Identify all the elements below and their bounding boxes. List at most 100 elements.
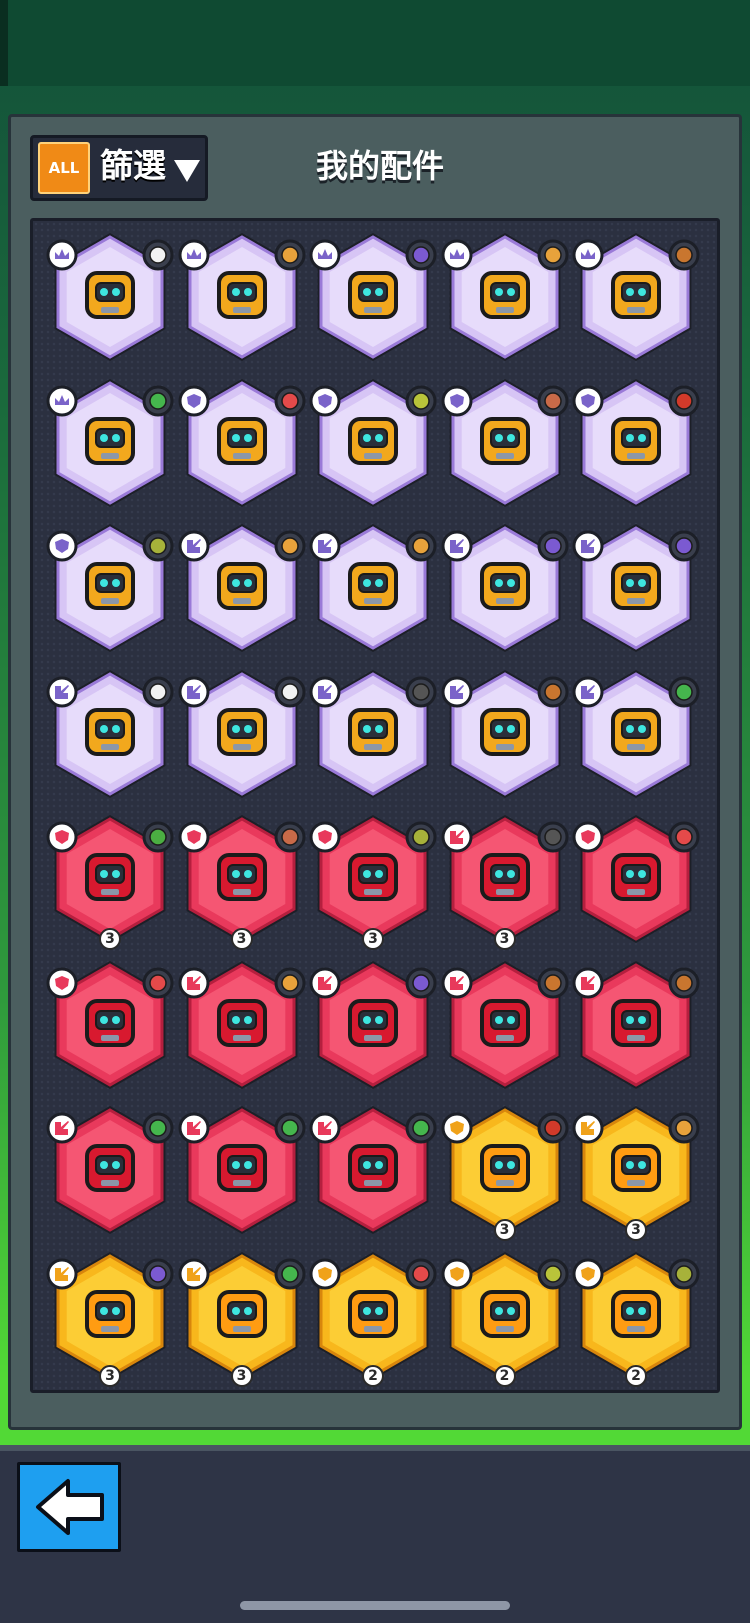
accessory-slot[interactable]	[571, 807, 701, 947]
back-button[interactable]	[17, 1462, 121, 1552]
accessory-slot[interactable]: 3	[45, 1244, 175, 1387]
accessory-slot[interactable]	[177, 225, 307, 365]
accessory-slot[interactable]	[177, 1098, 307, 1238]
shield-icon	[441, 1258, 472, 1289]
chevron-down-icon[interactable]	[174, 160, 200, 182]
accessory-slot[interactable]	[440, 516, 570, 656]
accessory-slot[interactable]	[440, 225, 570, 365]
filter-all-button[interactable]: ALL	[38, 142, 90, 194]
accessory-slot[interactable]: 3	[177, 807, 307, 950]
ball-icon	[274, 676, 305, 707]
level-badge: 3	[99, 928, 121, 950]
wing-module-icon	[479, 998, 530, 1047]
box-module-icon	[611, 562, 661, 610]
robot-face-icon	[85, 271, 135, 319]
target-icon	[537, 1258, 568, 1289]
accessory-slot[interactable]: 3	[177, 1244, 307, 1387]
accessory-badge	[46, 1251, 174, 1380]
level-badge: 3	[362, 928, 384, 950]
accessory-slot[interactable]	[308, 225, 438, 365]
accessory-slot[interactable]: 3	[440, 1098, 570, 1241]
accessory-slot[interactable]	[45, 1098, 175, 1238]
accessory-slot[interactable]	[571, 953, 701, 1093]
pack-module-icon	[85, 853, 135, 901]
cone-icon	[405, 967, 437, 998]
gate-module-icon	[479, 1289, 530, 1338]
shield-icon	[572, 1258, 604, 1289]
accessory-slot[interactable]	[308, 371, 438, 511]
accessory-slot[interactable]	[177, 516, 307, 656]
shield-icon	[178, 821, 209, 853]
accessory-badge	[572, 669, 700, 798]
accessory-slot[interactable]	[45, 225, 175, 365]
accessory-badge	[46, 233, 174, 361]
bottle-icon	[405, 1112, 437, 1144]
accessory-slot[interactable]: 3	[571, 1098, 701, 1241]
croissant-icon	[274, 967, 305, 998]
attack-icon	[572, 967, 604, 998]
accessory-slot[interactable]: 2	[571, 1244, 701, 1387]
accessory-slot[interactable]	[308, 953, 438, 1093]
crown-icon	[309, 239, 341, 271]
accessory-badge	[309, 669, 437, 798]
attack-icon	[178, 1112, 209, 1144]
accessory-slot[interactable]	[308, 516, 438, 656]
bear-icon	[537, 676, 568, 707]
accessory-slot[interactable]	[571, 516, 701, 656]
accessory-slot[interactable]	[308, 662, 438, 802]
accessory-grid: 3 3 3 3 3 3 3 3 2 2 2	[30, 218, 720, 1393]
accessory-badge	[572, 378, 700, 507]
rocket-icon	[668, 821, 700, 853]
accessory-slot[interactable]	[571, 371, 701, 511]
accessory-badge	[309, 960, 437, 1089]
attack-icon	[441, 967, 472, 998]
accessory-slot[interactable]: 3	[440, 807, 570, 950]
accessory-slot[interactable]	[440, 371, 570, 511]
bear-icon	[668, 239, 700, 271]
accessory-slot[interactable]	[45, 662, 175, 802]
filter-label: 篩選	[100, 146, 166, 185]
accessory-slot[interactable]	[177, 662, 307, 802]
accessory-slot[interactable]	[177, 953, 307, 1093]
accessory-slot[interactable]	[440, 953, 570, 1093]
accessory-slot[interactable]: 3	[45, 807, 175, 950]
monitor-module-icon	[479, 416, 530, 465]
cube-module-icon	[348, 707, 398, 756]
accessory-badge	[441, 1106, 568, 1234]
accessory-badge	[572, 524, 700, 652]
watermelon-icon	[142, 821, 174, 853]
accessory-badge	[441, 815, 568, 943]
accessory-slot[interactable]: 3	[308, 807, 438, 950]
accessory-slot[interactable]	[571, 662, 701, 802]
accessory-slot[interactable]	[45, 516, 175, 656]
hex-core-icon	[348, 562, 398, 610]
turret-module-icon	[611, 1144, 661, 1192]
accessory-slot[interactable]	[45, 371, 175, 511]
cone-icon	[668, 530, 700, 562]
accessory-slot[interactable]	[440, 662, 570, 802]
accessory-slot[interactable]	[177, 371, 307, 511]
attack-icon	[309, 967, 341, 998]
shield-icon	[178, 385, 209, 416]
accessory-slot[interactable]	[308, 1098, 438, 1238]
attack-icon	[309, 676, 341, 707]
shield-icon	[309, 385, 341, 416]
accessory-slot[interactable]: 2	[440, 1244, 570, 1387]
home-indicator	[240, 1601, 510, 1610]
cone-icon	[142, 1258, 174, 1289]
croissant-icon	[537, 239, 568, 271]
accessory-slot[interactable]: 2	[308, 1244, 438, 1387]
brick-icon	[274, 821, 305, 853]
ball-icon	[142, 239, 174, 271]
triangle-module-icon	[216, 1289, 267, 1338]
accessory-badge	[441, 378, 568, 507]
accessory-badge	[572, 1106, 700, 1234]
accessory-badge	[309, 233, 437, 361]
accessory-badge	[46, 1106, 174, 1234]
bear-icon	[537, 967, 568, 998]
accessory-slot[interactable]	[45, 953, 175, 1093]
attack-icon	[178, 530, 209, 562]
crown-icon	[46, 239, 78, 271]
accessory-slot[interactable]	[571, 225, 701, 365]
top-banner	[0, 0, 750, 86]
